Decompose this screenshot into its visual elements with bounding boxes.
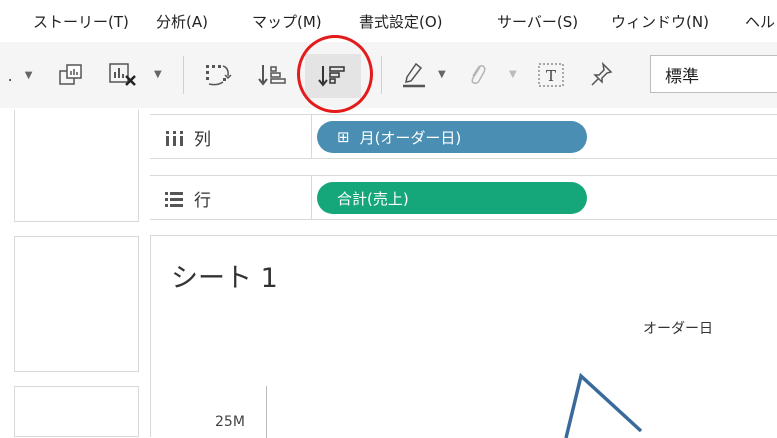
line-mark xyxy=(564,372,643,438)
menu-bar: ストーリー(T) 分析(A) マップ(M) 書式設定(O) サーバー(S) ウィ… xyxy=(0,0,777,42)
clear-sheet-icon xyxy=(109,63,136,86)
rows-icon xyxy=(165,191,183,207)
clear-sheet-button[interactable] xyxy=(106,60,142,90)
menu-map[interactable]: マップ(M) xyxy=(252,11,322,32)
sort-ascending-button[interactable] xyxy=(254,60,292,90)
menu-story[interactable]: ストーリー(T) xyxy=(33,11,129,32)
rows-shelf: 行 合計(売上) xyxy=(150,175,777,220)
columns-icon xyxy=(166,130,183,146)
menu-window[interactable]: ウィンドウ(N) xyxy=(611,11,709,32)
toolbar-dropdown[interactable]: . ▼ xyxy=(0,64,40,86)
left-panel-bottom xyxy=(14,386,139,437)
menu-help[interactable]: ヘル xyxy=(745,11,775,32)
fix-axes-button[interactable] xyxy=(586,60,618,90)
columns-pill-label: 月(オーダー日) xyxy=(359,128,462,147)
chevron-down-icon[interactable]: ▼ xyxy=(438,69,446,80)
left-panel-top xyxy=(14,110,139,222)
duplicate-sheet-icon xyxy=(59,64,82,85)
columns-label: 列 xyxy=(194,130,211,150)
highlight-button[interactable] xyxy=(398,60,430,90)
swap-icon xyxy=(206,65,232,86)
menu-format[interactable]: 書式設定(O) xyxy=(359,11,443,32)
pen-icon xyxy=(403,62,425,88)
toolbar-separator xyxy=(381,56,382,94)
shelf-divider xyxy=(311,115,312,158)
fit-select[interactable]: 標準 xyxy=(650,55,777,93)
chevron-down-icon[interactable]: ▼ xyxy=(154,69,162,80)
group-members-button[interactable] xyxy=(462,60,492,90)
columns-pill[interactable]: ⊞ 月(オーダー日) xyxy=(317,121,587,153)
menu-analysis[interactable]: 分析(A) xyxy=(156,11,208,32)
pin-icon xyxy=(591,62,613,86)
rows-pill[interactable]: 合計(売上) xyxy=(317,182,587,214)
rows-pill-label: 合計(売上) xyxy=(337,189,409,208)
rows-label: 行 xyxy=(194,191,211,211)
dot-icon: . xyxy=(7,65,13,85)
swap-rows-columns-button[interactable] xyxy=(200,60,236,90)
svg-text:T: T xyxy=(546,67,556,85)
text-label-icon: T xyxy=(538,63,564,87)
toolbar-separator xyxy=(183,56,184,94)
columns-shelf: 列 ⊞ 月(オーダー日) xyxy=(150,114,777,159)
duplicate-sheet-button[interactable] xyxy=(56,60,88,90)
chevron-down-icon: ▼ xyxy=(509,69,517,80)
show-mark-labels-button[interactable]: T xyxy=(534,60,568,90)
left-panel-middle xyxy=(14,236,139,372)
menu-server[interactable]: サーバー(S) xyxy=(497,11,578,32)
expand-icon[interactable]: ⊞ xyxy=(337,128,350,146)
paperclip-icon xyxy=(471,65,486,84)
toolbar: . ▼ ▼ ▼ ▼ T 標準 xyxy=(0,42,777,108)
sort-ascending-icon xyxy=(258,65,286,86)
view-area: シート 1 オーダー日 25M xyxy=(150,235,777,438)
highlight-circle xyxy=(297,35,373,113)
shelf-divider xyxy=(311,176,312,219)
chevron-down-icon: ▼ xyxy=(24,69,33,81)
